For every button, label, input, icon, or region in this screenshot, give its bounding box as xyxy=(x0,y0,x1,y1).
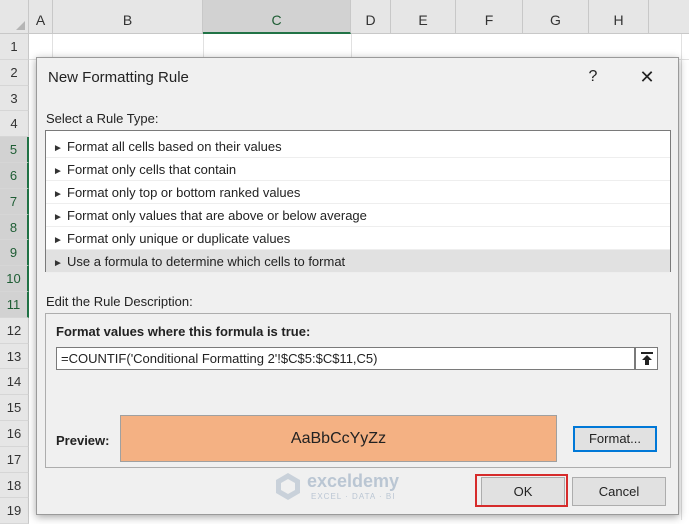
row-header[interactable]: 5 xyxy=(0,137,29,163)
rule-arrow-icon: ► xyxy=(53,258,63,269)
column-header-g[interactable]: G xyxy=(523,0,589,34)
collapse-dialog-button[interactable] xyxy=(635,347,658,370)
row-header[interactable]: 12 xyxy=(0,317,29,344)
rule-type-list: ► Format all cells based on their values … xyxy=(45,130,671,273)
rule-type-item[interactable]: ► Format all cells based on their values xyxy=(46,135,670,158)
grid-line xyxy=(52,34,53,57)
column-header-b[interactable]: B xyxy=(53,0,203,34)
dialog-title: New Formatting Rule xyxy=(48,69,189,86)
row-header[interactable]: 10 xyxy=(0,266,29,292)
row-header[interactable]: 6 xyxy=(0,162,29,189)
close-icon[interactable]: ✕ xyxy=(635,66,659,88)
row-header[interactable]: 4 xyxy=(0,111,29,138)
row-header[interactable]: 11 xyxy=(0,291,29,318)
preview-label: Preview: xyxy=(56,433,110,448)
rule-arrow-icon: ► xyxy=(53,212,63,223)
grid-line xyxy=(351,34,352,57)
column-header-extra xyxy=(649,0,689,34)
row-header[interactable]: 3 xyxy=(0,85,29,112)
rule-type-item[interactable]: ► Format only top or bottom ranked values xyxy=(46,181,670,204)
rule-type-label: Use a formula to determine which cells t… xyxy=(67,254,346,269)
row-header[interactable]: 7 xyxy=(0,188,29,215)
column-header-a[interactable]: A xyxy=(29,0,53,34)
row-header[interactable]: 1 xyxy=(0,34,29,60)
rule-type-label: Select a Rule Type: xyxy=(46,111,159,126)
rule-type-item-selected[interactable]: ► Use a formula to determine which cells … xyxy=(46,250,670,273)
rule-description-panel: Format values where this formula is true… xyxy=(45,313,671,468)
rule-type-item[interactable]: ► Format only cells that contain xyxy=(46,158,670,181)
exceldemy-watermark: exceldemy EXCEL · DATA · BI xyxy=(273,471,399,501)
row-header[interactable]: 13 xyxy=(0,343,29,370)
rule-type-item[interactable]: ► Format only values that are above or be… xyxy=(46,204,670,227)
rule-type-label-text: Select a Rule Type: xyxy=(46,111,159,126)
column-header-f[interactable]: F xyxy=(456,0,523,34)
description-label-text: Edit the Rule Description: xyxy=(46,294,193,309)
grid-line xyxy=(203,34,204,57)
rule-type-label: Format only cells that contain xyxy=(67,162,237,177)
row-header[interactable]: 9 xyxy=(0,240,29,267)
rule-type-label: Format only top or bottom ranked values xyxy=(67,185,301,200)
rule-arrow-icon: ► xyxy=(53,143,63,154)
description-label: Edit the Rule Description: xyxy=(46,294,193,309)
rule-type-label: Format only unique or duplicate values xyxy=(67,231,291,246)
formula-heading: Format values where this formula is true… xyxy=(56,324,311,339)
row-header[interactable]: 16 xyxy=(0,420,29,447)
help-button[interactable]: ? xyxy=(583,66,603,88)
preview-box: AaBbCcYyZz xyxy=(120,415,557,462)
collapse-icon xyxy=(641,352,653,365)
rule-type-label: Format all cells based on their values xyxy=(67,139,282,154)
watermark-tagline: EXCEL · DATA · BI xyxy=(311,492,396,501)
row-headers: 1 2 3 4 5 6 7 8 9 10 11 12 13 14 15 16 1… xyxy=(0,34,29,524)
row-header[interactable]: 18 xyxy=(0,472,29,499)
ok-button[interactable]: OK xyxy=(481,477,565,506)
rule-type-item[interactable]: ► Format only unique or duplicate values xyxy=(46,227,670,250)
watermark-brand: exceldemy xyxy=(307,471,400,491)
column-headers: A B C D E F G H xyxy=(29,0,689,34)
row-header[interactable]: 14 xyxy=(0,369,29,396)
rule-type-label: Format only values that are above or bel… xyxy=(67,208,367,223)
row-header[interactable]: 8 xyxy=(0,214,29,241)
format-button[interactable]: Format... xyxy=(573,426,657,452)
rule-arrow-icon: ► xyxy=(53,235,63,246)
cancel-button[interactable]: Cancel xyxy=(572,477,666,506)
exceldemy-logo-icon xyxy=(276,473,300,500)
row-header[interactable]: 17 xyxy=(0,446,29,473)
column-header-c[interactable]: C xyxy=(203,0,351,34)
column-header-h[interactable]: H xyxy=(589,0,649,34)
select-all-corner[interactable] xyxy=(0,0,29,34)
formula-input[interactable]: =COUNTIF('Conditional Formatting 2'!$C$5… xyxy=(56,347,635,370)
column-header-d[interactable]: D xyxy=(351,0,391,34)
row-header[interactable]: 15 xyxy=(0,395,29,421)
row-header[interactable]: 19 xyxy=(0,498,29,524)
rule-arrow-icon: ► xyxy=(53,189,63,200)
new-formatting-rule-dialog: New Formatting Rule ? ✕ Select a Rule Ty… xyxy=(36,57,679,515)
row-header[interactable]: 2 xyxy=(0,59,29,86)
grid-line xyxy=(681,34,682,520)
rule-arrow-icon: ► xyxy=(53,166,63,177)
column-header-e[interactable]: E xyxy=(391,0,456,34)
